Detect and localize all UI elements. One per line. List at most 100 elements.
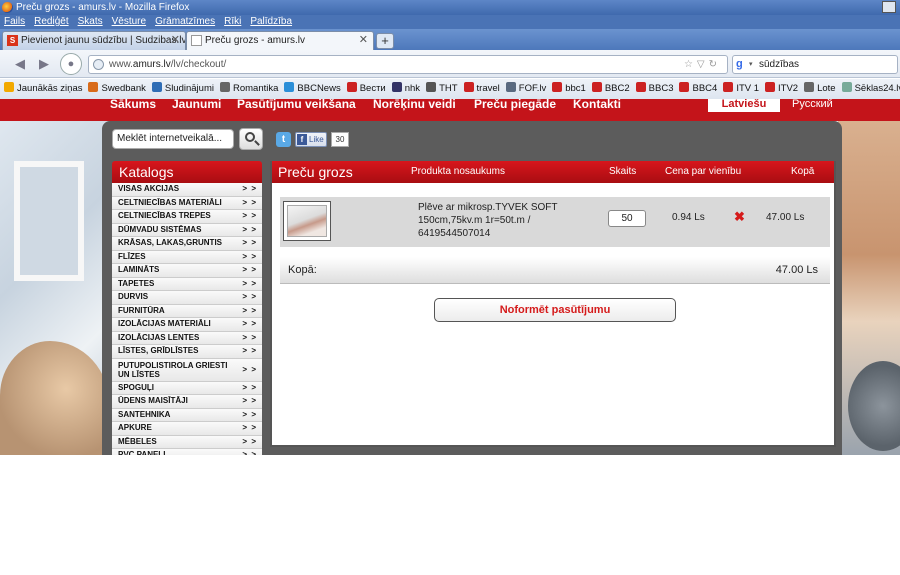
engine-dropdown-icon[interactable]: ▾ <box>749 56 753 73</box>
catalog-item-label: MĒBELES <box>118 436 157 446</box>
tire-image <box>848 361 900 451</box>
catalog-item[interactable]: DURVIS > > <box>112 291 262 305</box>
nav-delivery[interactable]: Preču piegāde <box>474 99 556 110</box>
url-prefix: www. <box>109 59 133 70</box>
bookmark-item[interactable]: ITV 1 <box>723 79 759 99</box>
nav-contacts[interactable]: Kontakti <box>573 99 621 110</box>
bookmark-item[interactable]: BBC2 <box>591 79 630 99</box>
bookmark-item[interactable]: Jaunākās ziņas <box>4 79 82 99</box>
catalog-item[interactable]: IZOLĀCIJAS MATERIĀLI > > <box>112 318 262 332</box>
catalog-item[interactable]: FURNITŪRA > > <box>112 304 262 318</box>
catalog-item[interactable]: PUTUPOLISTIROLA GRIESTI UN LĪSTES > > <box>112 358 262 382</box>
bookmark-favicon-icon <box>723 82 734 92</box>
back-arrow-icon[interactable]: ◀ <box>12 56 28 72</box>
catalog-item-label: IZOLĀCIJAS LENTES <box>118 332 200 342</box>
tab-amurs[interactable]: Preču grozs - amurs.lv ✕ <box>186 31 374 51</box>
column-product-name: Produkta nosaukums <box>411 166 505 177</box>
close-tab-icon[interactable]: ✕ <box>171 32 180 49</box>
catalog-item[interactable]: DŪMVADU SISTĒMAS > > <box>112 223 262 237</box>
bookmark-item[interactable]: Romantika <box>219 79 278 99</box>
catalog-item[interactable]: CELTNIECĪBAS MATERIĀLI > > <box>112 196 262 210</box>
bookmark-item[interactable]: Sēklas24.lv <box>841 79 900 99</box>
place-order-button[interactable]: Noformēt pasūtījumu <box>434 298 676 322</box>
double-chevron-right-icon: > > <box>242 450 257 455</box>
bookmark-label: ITV2 <box>778 83 799 94</box>
product-thumbnail[interactable] <box>283 201 331 241</box>
bookmark-item[interactable]: Sludinājumi <box>151 79 214 99</box>
double-chevron-right-icon: > > <box>242 332 257 342</box>
catalog-list: VISAS AKCIJAS > > CELTNIECĪBAS MATERIĀLI > … <box>112 183 262 455</box>
bookmark-item[interactable]: BBC4 <box>679 79 717 99</box>
background-photo-left <box>0 121 110 455</box>
web-search-input[interactable]: g ▾ sūdzības <box>732 55 898 74</box>
catalog-item[interactable]: IZOLĀCIJAS LENTES > > <box>112 331 262 345</box>
site-search-input[interactable]: Meklēt internetveikalā... <box>112 129 234 149</box>
catalog-item[interactable]: PVC PANEĻI > > <box>112 449 262 455</box>
nav-news[interactable]: Jaunumi <box>172 99 221 110</box>
catalog-item[interactable]: APKURE > > <box>112 422 262 436</box>
catalog-item-label: PUTUPOLISTIROLA GRIESTI UN LĪSTES <box>118 360 228 379</box>
forward-arrow-icon[interactable]: ▶ <box>36 56 52 72</box>
bookmark-favicon-icon <box>765 82 776 92</box>
unit-price: 0.94 Ls <box>672 212 705 223</box>
catalog-item-label: ŪDENS MAISĪTĀJI <box>118 396 188 405</box>
catalog-item[interactable]: LAMINĀTS > > <box>112 264 262 278</box>
menu-file[interactable]: Fails <box>4 16 25 27</box>
bookmark-item[interactable]: nhk <box>391 79 420 99</box>
catalog-item[interactable]: SANTEHNIKA > > <box>112 408 262 422</box>
nav-payment[interactable]: Norēķinu veidi <box>373 99 456 110</box>
address-bar[interactable]: www.amurs.lv/lv/checkout/ ☆▽↻ <box>88 55 728 74</box>
close-tab-icon[interactable]: ✕ <box>359 32 368 49</box>
bookmark-favicon-icon <box>4 82 14 92</box>
bookmark-item[interactable]: ITV2 <box>765 79 798 99</box>
language-russian[interactable]: Русский <box>792 99 833 110</box>
minimize-icon[interactable] <box>882 1 896 13</box>
bookmark-star-icon[interactable]: ☆▽↻ <box>684 56 721 73</box>
remove-item-icon[interactable]: ✖ <box>734 210 745 224</box>
menu-view[interactable]: Skats <box>78 16 103 27</box>
menu-history[interactable]: Vēsture <box>112 16 146 27</box>
menu-tools[interactable]: Rīki <box>224 16 241 27</box>
facebook-like-button[interactable]: f Like <box>295 132 327 147</box>
bookmark-item[interactable]: bbc1 <box>552 79 586 99</box>
bookmark-label: BBCNews <box>297 83 341 94</box>
product-name[interactable]: Plēve ar mikrosp.TYVEK SOFT 150cm,75kv.m… <box>418 201 578 240</box>
catalog-item[interactable]: VISAS AKCIJAS > > <box>112 183 262 197</box>
menu-bookmarks[interactable]: Grāmatzīmes <box>155 16 215 27</box>
bookmark-item[interactable]: Lote <box>804 79 836 99</box>
catalog-item[interactable]: CELTNIECĪBAS TREPES > > <box>112 210 262 224</box>
search-button[interactable] <box>239 128 263 150</box>
catalog-item-label: KRĀSAS, LAKAS,GRUNTIS <box>118 238 223 247</box>
bookmark-item[interactable]: BBC3 <box>635 79 673 99</box>
catalog-item[interactable]: SPOGUĻI > > <box>112 381 262 395</box>
identity-icon[interactable]: ● <box>60 53 82 75</box>
catalog-item[interactable]: FLĪZES > > <box>112 250 262 264</box>
screenshot: Preču grozs - amurs.lv - Mozilla Firefox… <box>0 0 900 455</box>
catalog-item[interactable]: KRĀSAS, LAKAS,GRUNTIS > > <box>112 237 262 251</box>
nav-home[interactable]: Sākums <box>110 99 156 110</box>
language-latvian[interactable]: Latviešu <box>708 99 780 112</box>
catalog-item[interactable]: MĒBELES > > <box>112 435 262 449</box>
new-tab-button[interactable]: + <box>376 33 394 49</box>
quantity-input[interactable]: 50 <box>608 210 646 227</box>
menu-bar: Fails Rediģēt Skats Vēsture Grāmatzīmes Rīki P… <box>0 15 900 29</box>
bookmark-item[interactable]: Вести <box>346 79 386 99</box>
catalog-item[interactable]: ŪDENS MAISĪTĀJI > > <box>112 395 262 409</box>
bookmarks-toolbar: Jaunākās ziņas Swedbank Sludinājumi Romanti… <box>0 79 900 99</box>
menu-edit[interactable]: Rediģēt <box>34 16 68 27</box>
catalog-item-label: FURNITŪRA <box>118 305 165 315</box>
bookmark-item[interactable]: FOF.lv <box>505 79 546 99</box>
bookmark-item[interactable]: BBCNews <box>284 79 341 99</box>
bookmark-item[interactable]: THT <box>426 79 458 99</box>
bookmark-favicon-icon <box>88 82 99 92</box>
bookmark-item[interactable]: travel <box>463 79 500 99</box>
catalog-item[interactable]: TAPETES > > <box>112 277 262 291</box>
cart-title: Preču grozs <box>278 164 353 180</box>
catalog-item[interactable]: LĪSTES, GRĪDLĪSTES > > <box>112 345 262 359</box>
nav-ordering[interactable]: Pasūtījumu veikšana <box>237 99 356 110</box>
tab-sudzibas[interactable]: S Pievienot jaunu sūdzību | Sudzibas.lv … <box>2 31 186 50</box>
catalog-item-label: DŪMVADU SISTĒMAS <box>118 224 202 234</box>
menu-help[interactable]: Palīdzība <box>250 16 292 27</box>
twitter-icon[interactable]: t <box>276 132 291 147</box>
bookmark-item[interactable]: Swedbank <box>88 79 146 99</box>
